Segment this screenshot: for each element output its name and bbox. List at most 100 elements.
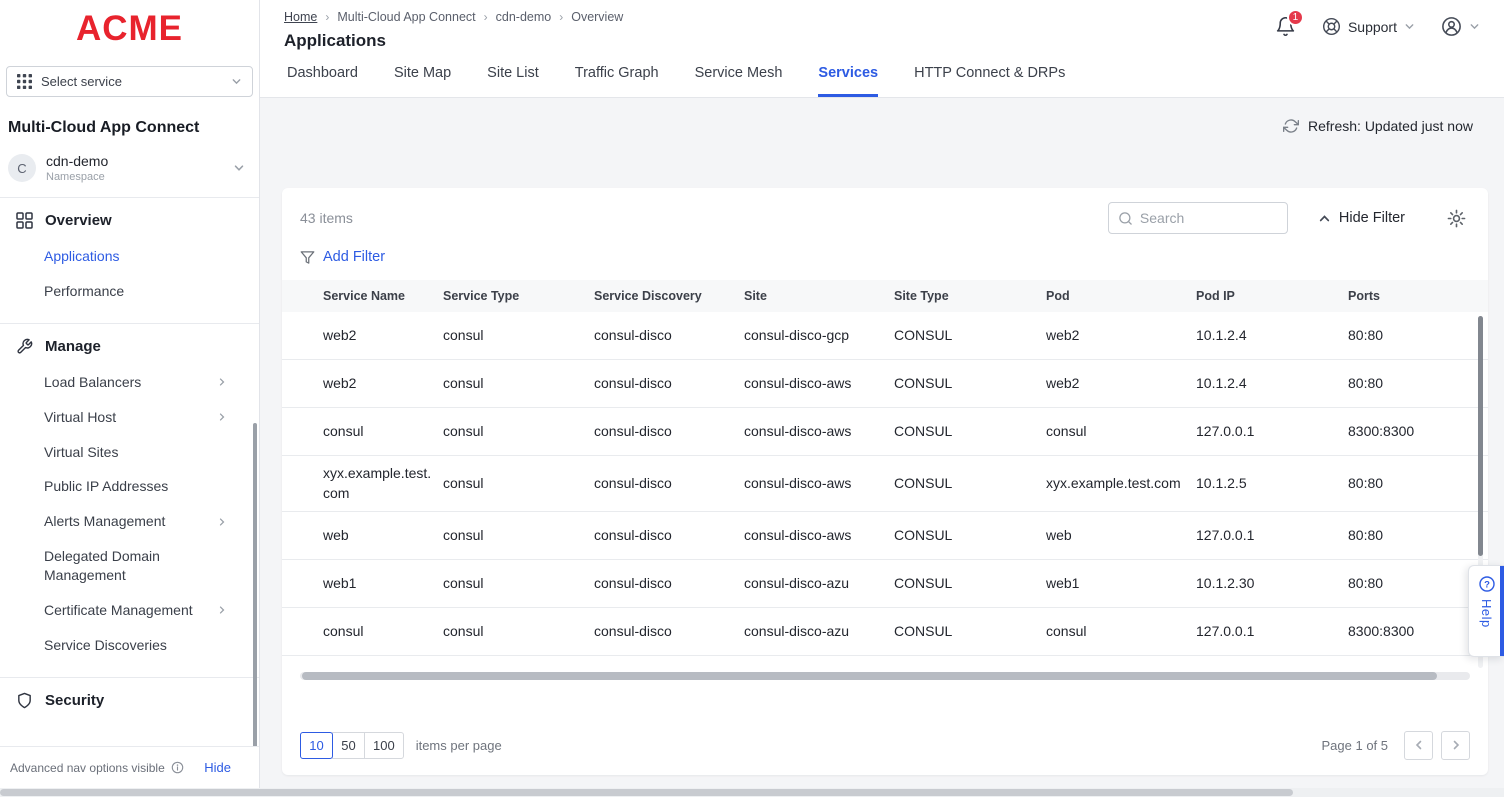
breadcrumb-multi-cloud-app-connect[interactable]: Multi-Cloud App Connect <box>337 10 475 24</box>
table-row[interactable]: web1 consul consul-disco consul-disco-az… <box>282 560 1488 608</box>
top-header: Home › Multi-Cloud App Connect › cdn-dem… <box>260 0 1504 51</box>
table-row[interactable]: web2 consul consul-disco consul-disco-gc… <box>282 312 1488 360</box>
tab-dashboard[interactable]: Dashboard <box>287 65 358 97</box>
cell-service-name: consul <box>323 414 443 450</box>
gear-icon[interactable] <box>1447 209 1466 228</box>
page-size-10[interactable]: 10 <box>300 732 333 759</box>
table-row[interactable]: web consul consul-disco consul-disco-aws… <box>282 512 1488 560</box>
table-row[interactable]: consul consul consul-disco consul-disco-… <box>282 608 1488 656</box>
page-horizontal-scrollbar <box>0 788 1504 797</box>
cell-pod: web2 <box>1046 318 1196 354</box>
page-size-50[interactable]: 50 <box>332 732 365 759</box>
namespace-avatar: C <box>8 154 36 182</box>
search-icon <box>1118 211 1133 226</box>
support-menu[interactable]: Support <box>1322 17 1415 36</box>
cell-service-type: consul <box>443 366 594 402</box>
column-header-ports: Ports <box>1348 289 1460 303</box>
cell-pod-ip: 127.0.0.1 <box>1196 518 1348 554</box>
cell-site-type: CONSUL <box>894 518 1046 554</box>
scrollbar-thumb[interactable] <box>1478 316 1483 556</box>
sidebar-item-public-ip-addresses[interactable]: Public IP Addresses <box>0 469 259 504</box>
previous-page-button[interactable] <box>1404 731 1433 760</box>
items-per-page-label: items per page <box>416 738 502 753</box>
user-circle-icon <box>1441 16 1462 37</box>
help-tab[interactable]: ? Help <box>1468 565 1504 657</box>
info-icon[interactable] <box>171 761 184 774</box>
scrollbar-thumb[interactable] <box>0 789 1293 796</box>
table-row[interactable]: web2 consul consul-disco consul-disco-aw… <box>282 360 1488 408</box>
tab-site-map[interactable]: Site Map <box>394 65 451 97</box>
cell-service-name: consul <box>323 614 443 650</box>
tab-http-connect-drps[interactable]: HTTP Connect & DRPs <box>914 65 1065 97</box>
page-nav <box>1404 731 1470 760</box>
sidebar-scrollbar[interactable] <box>253 423 257 797</box>
sidebar-item-certificate-management[interactable]: Certificate Management <box>0 593 259 628</box>
column-header-site: Site <box>744 289 894 303</box>
chevron-down-icon <box>1404 21 1415 32</box>
search-box[interactable] <box>1108 202 1288 234</box>
sidebar-section-overview[interactable]: Overview <box>0 198 259 239</box>
cell-site-type: CONSUL <box>894 318 1046 354</box>
main-area: Home › Multi-Cloud App Connect › cdn-dem… <box>260 0 1504 797</box>
table-row[interactable]: xyx.example.test.com consul consul-disco… <box>282 456 1488 512</box>
cell-service-name: web1 <box>323 566 443 602</box>
tab-services[interactable]: Services <box>818 65 878 97</box>
cell-pod-ip: 10.1.2.5 <box>1196 466 1348 502</box>
breadcrumb-cdn-demo[interactable]: cdn-demo <box>496 10 552 24</box>
sidebar-section-manage[interactable]: Manage <box>0 324 259 365</box>
cell-site-type: CONSUL <box>894 414 1046 450</box>
column-header-service-type: Service Type <box>443 289 594 303</box>
chevron-right-icon: › <box>559 10 563 24</box>
hide-nav-link[interactable]: Hide <box>204 760 231 775</box>
refresh-icon[interactable] <box>1283 118 1299 134</box>
table-row[interactable]: consul consul consul-disco consul-disco-… <box>282 408 1488 456</box>
sidebar-item-delegated-domain-management[interactable]: Delegated Domain Management <box>0 539 259 593</box>
cell-ports: 80:80 <box>1348 466 1460 502</box>
scrollbar-thumb[interactable] <box>302 672 1437 680</box>
chevron-down-icon <box>231 76 242 87</box>
service-selector[interactable]: Select service <box>6 66 253 97</box>
cell-site-type: CONSUL <box>894 614 1046 650</box>
sidebar-item-applications[interactable]: Applications <box>0 239 259 274</box>
next-page-button[interactable] <box>1441 731 1470 760</box>
namespace-selector[interactable]: C cdn-demo Namespace <box>0 137 259 197</box>
add-filter-button[interactable]: Add Filter <box>300 246 1470 268</box>
page-size-100[interactable]: 100 <box>364 732 404 759</box>
cell-service-type: consul <box>443 318 594 354</box>
help-question-icon: ? <box>1479 576 1495 592</box>
sidebar-item-service-discoveries[interactable]: Service Discoveries <box>0 628 259 663</box>
hide-filter-label: Hide Filter <box>1339 210 1405 226</box>
namespace-name: cdn-demo <box>46 153 223 169</box>
sidebar-item-alerts-management[interactable]: Alerts Management <box>0 504 259 539</box>
tab-bar: Dashboard Site Map Site List Traffic Gra… <box>260 51 1504 98</box>
cell-service-type: consul <box>443 614 594 650</box>
column-header-service-discovery: Service Discovery <box>594 289 744 303</box>
chevron-right-icon: › <box>325 10 329 24</box>
column-header-pod: Pod <box>1046 289 1196 303</box>
tab-site-list[interactable]: Site List <box>487 65 539 97</box>
column-header-service-name: Service Name <box>323 289 443 303</box>
cell-ports: 80:80 <box>1348 518 1460 554</box>
cell-site: consul-disco-gcp <box>744 318 894 354</box>
tab-traffic-graph[interactable]: Traffic Graph <box>575 65 659 97</box>
sidebar-item-virtual-host[interactable]: Virtual Host <box>0 400 259 435</box>
sidebar-item-performance[interactable]: Performance <box>0 274 259 309</box>
cell-pod-ip: 127.0.0.1 <box>1196 614 1348 650</box>
sidebar-item-label: Virtual Host <box>44 408 116 427</box>
account-menu[interactable] <box>1441 16 1480 37</box>
sidebar-item-label: Certificate Management <box>44 601 193 620</box>
sidebar-item-label: Delegated Domain Management <box>44 547 227 585</box>
app-grid-icon <box>17 74 32 89</box>
cell-service-discovery: consul-disco <box>594 366 744 402</box>
sidebar-item-virtual-sites[interactable]: Virtual Sites <box>0 435 259 470</box>
search-input[interactable] <box>1140 210 1278 226</box>
hide-filter-toggle[interactable]: Hide Filter <box>1318 210 1405 226</box>
notifications-button[interactable]: 1 <box>1275 16 1296 37</box>
breadcrumb-home[interactable]: Home <box>284 10 317 24</box>
items-count: 43 items <box>300 210 353 226</box>
cell-site: consul-disco-aws <box>744 366 894 402</box>
sidebar-item-load-balancers[interactable]: Load Balancers <box>0 365 259 400</box>
sidebar-section-security[interactable]: Security <box>0 678 259 719</box>
cell-site: consul-disco-aws <box>744 414 894 450</box>
tab-service-mesh[interactable]: Service Mesh <box>695 65 783 97</box>
